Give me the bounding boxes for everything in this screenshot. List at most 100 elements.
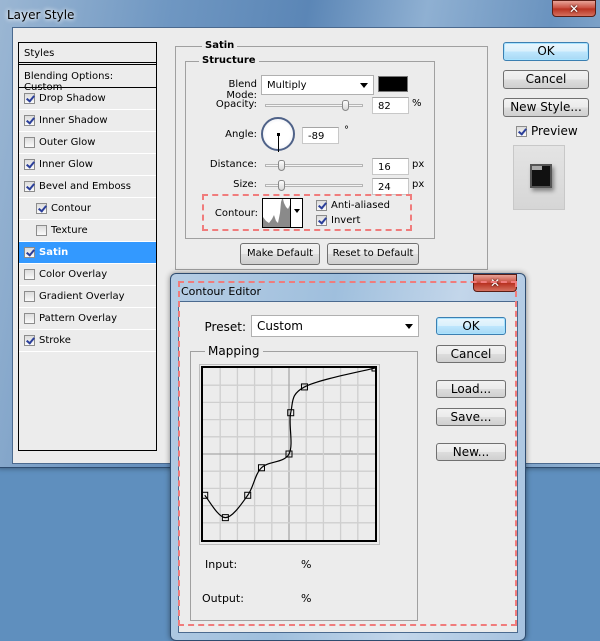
style-item-label: Stroke [39,335,71,346]
anti-aliased-check-icon[interactable] [316,200,327,211]
style-item-texture[interactable]: Texture [19,220,156,242]
contour-graph[interactable] [201,366,377,542]
invert-label: Invert [331,215,361,226]
style-item-gradient-overlay[interactable]: Gradient Overlay [19,286,156,308]
opacity-label: Opacity: [215,99,257,110]
input-value[interactable] [255,556,295,573]
style-item-bevel-and-emboss[interactable]: Bevel and Emboss [19,176,156,198]
contour-dropdown-arrow[interactable] [290,199,302,227]
opacity-slider[interactable] [265,100,363,111]
style-item-label: Satin [39,247,69,258]
style-item-label: Inner Shadow [39,115,108,126]
size-input[interactable]: 24 [372,178,409,195]
style-item-contour[interactable]: Contour [19,198,156,220]
input-label: Input: [205,558,238,571]
checkbox-icon[interactable] [36,225,47,236]
checkbox-icon[interactable] [24,269,35,280]
chevron-down-icon [405,324,413,329]
input-unit: % [301,558,312,571]
style-item-label: Outer Glow [39,137,96,148]
ok-button[interactable]: OK [503,42,589,61]
style-item-label: Gradient Overlay [39,291,125,302]
style-item-label: Inner Glow [39,159,93,170]
style-item-pattern-overlay[interactable]: Pattern Overlay [19,308,156,330]
structure-title: Structure [199,55,259,66]
opacity-input[interactable]: 82 [372,97,409,114]
new-style-button[interactable]: New Style... [503,98,589,117]
invert-check-icon[interactable] [316,215,327,226]
make-default-button[interactable]: Make Default [240,243,320,265]
output-value[interactable] [255,590,295,607]
preview-label: Preview [531,124,578,138]
style-item-label: Contour [51,203,91,214]
invert-checkbox[interactable]: Invert [316,215,360,226]
reset-to-default-button[interactable]: Reset to Default [327,243,419,265]
style-item-label: Pattern Overlay [39,313,118,324]
style-item-inner-glow[interactable]: Inner Glow [19,154,156,176]
distance-unit: px [412,159,425,170]
preview-checkbox[interactable]: Preview [516,124,578,138]
blend-color-swatch[interactable] [378,76,408,92]
style-item-satin[interactable]: Satin [19,242,156,264]
style-item-outer-glow[interactable]: Outer Glow [19,132,156,154]
distance-input[interactable]: 16 [372,158,409,175]
style-item-label: Color Overlay [39,269,108,280]
size-unit: px [412,179,425,190]
size-slider-thumb[interactable] [278,180,286,191]
checkbox-icon[interactable] [24,159,35,170]
blend-mode-label: Blend Mode: [226,79,257,101]
output-label: Output: [202,592,244,605]
contour-curve[interactable] [204,368,375,519]
angle-dial[interactable] [261,117,295,152]
checkbox-icon[interactable] [24,335,35,346]
opacity-unit: % [412,98,422,109]
checkbox-icon[interactable] [24,115,35,126]
checkbox-icon[interactable] [24,313,35,324]
contour-cancel-button[interactable]: Cancel [436,345,506,363]
size-label: Size: [233,179,257,190]
anti-aliased-label: Anti-aliased [331,200,391,211]
blend-mode-select[interactable]: Multiply [261,75,374,95]
style-item-label: Drop Shadow [39,93,106,104]
checkbox-icon[interactable] [24,137,35,148]
blending-options-item[interactable]: Blending Options: Custom [19,65,156,93]
close-icon[interactable]: ✕ [552,0,596,17]
contour-curve-canvas[interactable] [203,368,375,540]
styles-header[interactable]: Styles [19,43,156,65]
preset-label: Preset: [204,320,246,334]
chevron-down-icon [360,83,368,88]
size-slider[interactable] [265,180,363,191]
blend-mode-value: Multiply [267,80,307,91]
preview-swatch [530,164,552,188]
checkbox-icon[interactable] [24,247,35,258]
distance-slider-thumb[interactable] [278,160,286,171]
angle-unit: ° [344,125,349,136]
contour-label: Contour: [214,208,258,219]
mapping-title: Mapping [205,344,263,358]
angle-label: Angle: [225,129,257,140]
contour-ok-button[interactable]: OK [436,317,506,335]
checkbox-icon[interactable] [24,181,35,192]
distance-slider[interactable] [265,160,363,171]
style-item-stroke[interactable]: Stroke [19,330,156,352]
checkbox-icon[interactable] [24,291,35,302]
opacity-slider-thumb[interactable] [341,100,349,111]
checkbox-icon[interactable] [24,93,35,104]
angle-input[interactable]: -89 [302,127,339,144]
style-preview [513,145,565,210]
preview-check-icon[interactable] [516,125,527,137]
style-item-color-overlay[interactable]: Color Overlay [19,264,156,286]
preset-select[interactable]: Custom [251,315,419,337]
contour-thumbnail-icon [263,199,291,227]
window-title: Layer Style [7,8,75,22]
cancel-button[interactable]: Cancel [503,70,589,89]
preset-value: Custom [257,319,303,333]
load-button[interactable]: Load... [436,380,506,398]
style-item-inner-shadow[interactable]: Inner Shadow [19,110,156,132]
save-button[interactable]: Save... [436,408,506,426]
new-button[interactable]: New... [436,443,506,461]
contour-picker[interactable] [262,198,303,228]
anti-aliased-checkbox[interactable]: Anti-aliased [316,200,390,211]
angle-dial-hand [278,134,279,152]
checkbox-icon[interactable] [36,203,47,214]
